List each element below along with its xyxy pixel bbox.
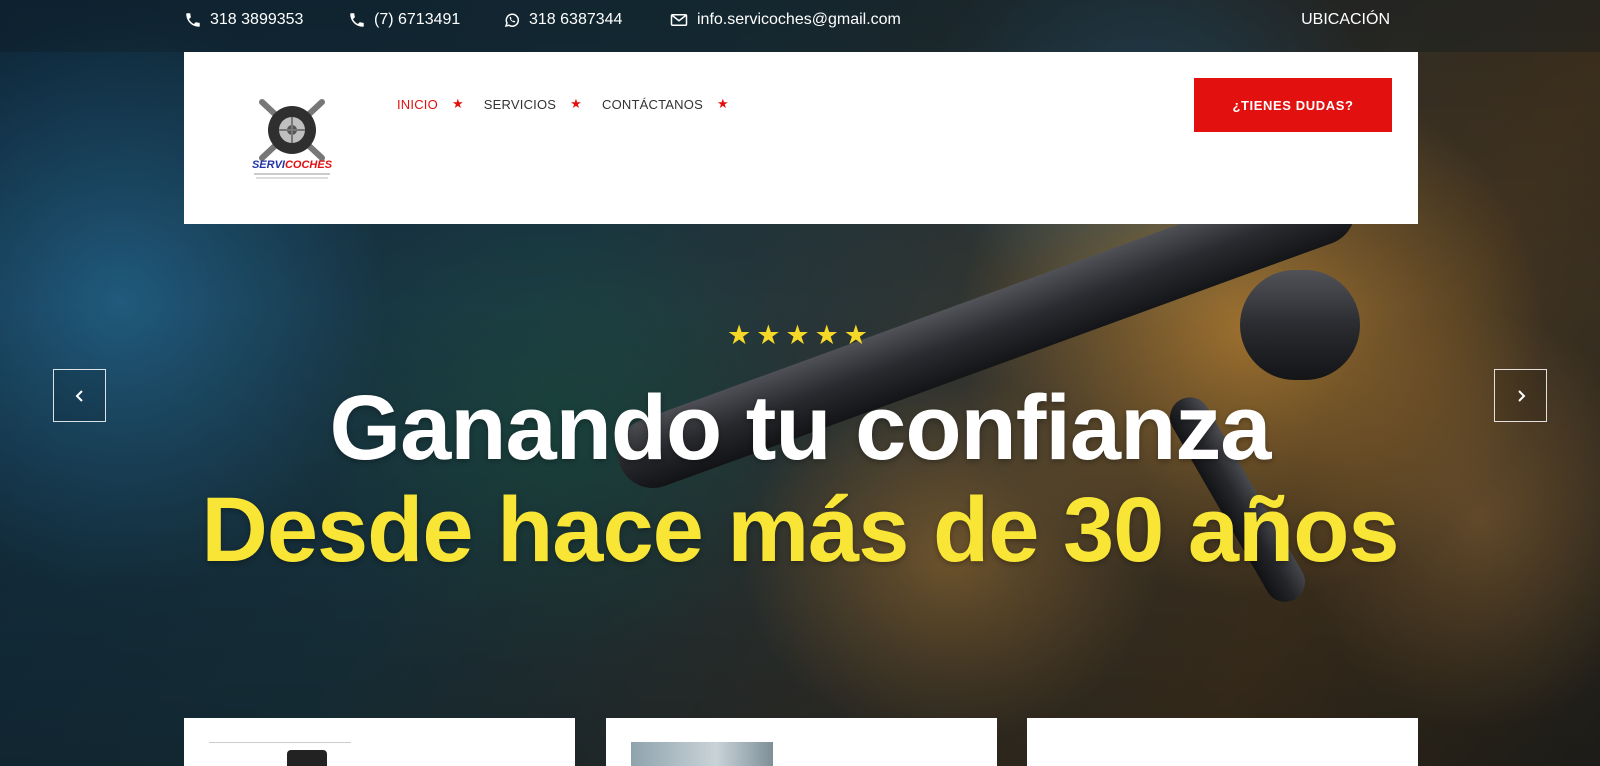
contact-whatsapp-text: 318 6387344 <box>529 11 623 28</box>
nav-item-inicio-label: INICIO <box>397 96 438 112</box>
star-icon: ★ <box>451 96 464 111</box>
servicoches-logo[interactable]: SERVICOCHES <box>244 94 340 184</box>
nav-item-contactanos-label: CONTÁCTANOS <box>602 96 703 112</box>
nav-item-contactanos[interactable]: CONTÁCTANOS ★ <box>602 96 729 112</box>
contact-phone-2[interactable]: (7) 6713491 <box>348 11 460 29</box>
contact-email-text: info.servicoches@gmail.com <box>697 11 901 28</box>
contact-email[interactable]: info.servicoches@gmail.com <box>669 11 901 29</box>
envelope-icon <box>669 11 689 29</box>
tienes-dudas-button[interactable]: ¿TIENES DUDAS? <box>1194 78 1392 132</box>
service-card[interactable] <box>606 718 997 766</box>
hero-subtitle: Desde hace más de 30 años <box>201 479 1399 581</box>
contact-phone-2-text: (7) 6713491 <box>374 11 461 28</box>
rating-stars: ★★★★★ <box>726 320 874 350</box>
site-header: SERVICOCHES INICIO ★ SERVICIOS ★ CONTÁCT… <box>184 52 1418 224</box>
whatsapp-icon <box>503 11 521 29</box>
slider-prev-button[interactable] <box>53 369 106 422</box>
svg-text:SERVICOCHES: SERVICOCHES <box>252 159 333 171</box>
main-navigation: INICIO ★ SERVICIOS ★ CONTÁCTANOS ★ <box>397 96 749 112</box>
star-icon: ★ <box>716 96 729 111</box>
top-contact-bar: 318 3899353 (7) 6713491 318 6387344 info… <box>0 0 1600 52</box>
contact-whatsapp[interactable]: 318 6387344 <box>503 11 622 29</box>
chevron-right-icon <box>1517 389 1525 402</box>
service-card[interactable] <box>1027 718 1418 766</box>
phone-icon <box>348 11 366 29</box>
nav-item-inicio[interactable]: INICIO ★ <box>397 96 464 112</box>
contact-phone-1[interactable]: 318 3899353 <box>184 11 303 29</box>
service-card-image <box>631 742 773 766</box>
nav-item-servicios[interactable]: SERVICIOS ★ <box>484 96 582 112</box>
chevron-left-icon <box>75 389 83 402</box>
star-icon: ★ <box>570 96 583 111</box>
service-card[interactable] <box>184 718 575 766</box>
slider-next-button[interactable] <box>1494 369 1547 422</box>
location-link[interactable]: UBICACIÓN <box>1301 11 1390 29</box>
hero-title: Ganando tu confianza <box>329 377 1272 479</box>
contact-phone-1-text: 318 3899353 <box>210 11 304 28</box>
nav-item-servicios-label: SERVICIOS <box>483 96 557 112</box>
phone-icon <box>184 11 202 29</box>
service-card-image <box>209 742 351 766</box>
